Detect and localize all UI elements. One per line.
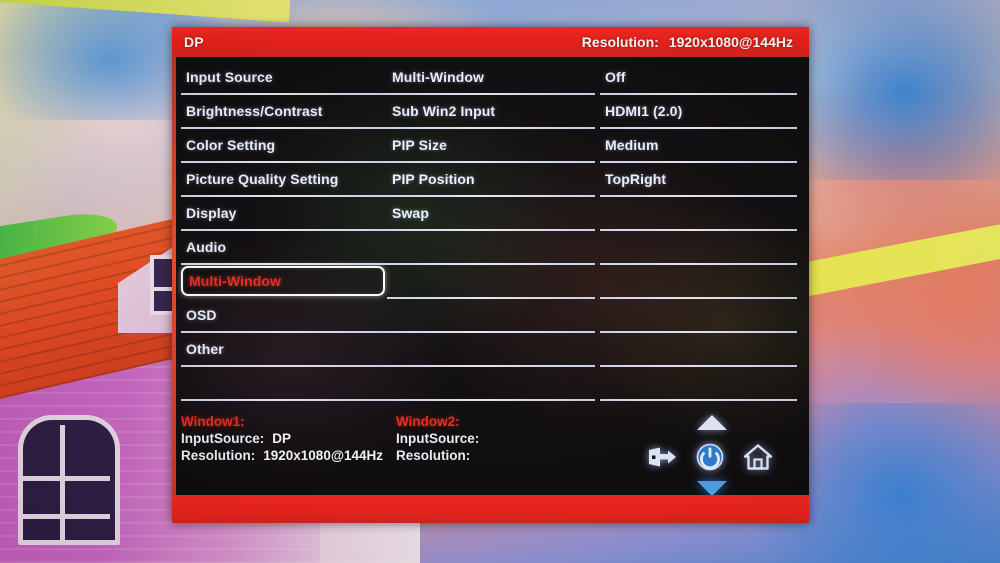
submenu-item-label: PIP Position [392, 171, 475, 187]
menu-item-label: Display [186, 205, 237, 221]
submenu-column: Multi-Window Sub Win2 Input PIP Size PIP… [387, 61, 595, 401]
window1-resolution-label: Resolution: [181, 448, 256, 463]
nav-up-button[interactable] [696, 412, 728, 432]
submenu-item-empty [387, 333, 595, 367]
value-column: Off HDMI1 (2.0) Medium TopRight [600, 61, 797, 401]
nav-home-button[interactable] [743, 444, 773, 470]
header-resolution-label: Resolution: [581, 34, 659, 50]
submenu-item-multi-window[interactable]: Multi-Window [387, 61, 595, 95]
submenu-item-label: Multi-Window [392, 69, 485, 85]
window2-resolution-label: Resolution: [396, 448, 471, 463]
main-menu-column: Input Source Brightness/Contrast Color S… [181, 61, 387, 401]
window1-input-source-label: InputSource: [181, 431, 265, 446]
menu-item-display[interactable]: Display [181, 197, 387, 231]
value-item-label: Medium [605, 137, 659, 153]
power-icon [696, 443, 724, 471]
value-item-empty [600, 231, 797, 265]
submenu-item-empty [387, 299, 595, 333]
home-icon [744, 444, 772, 470]
submenu-item-pip-size[interactable]: PIP Size [387, 129, 595, 163]
exit-icon [649, 447, 676, 467]
window2-title: Window2: [396, 414, 460, 429]
value-item-label: HDMI1 (2.0) [605, 103, 683, 119]
submenu-item-label: Sub Win2 Input [392, 103, 496, 119]
nav-power-button[interactable] [695, 443, 725, 471]
value-item-pip-size[interactable]: Medium [600, 129, 797, 163]
submenu-item-empty [387, 265, 595, 299]
osd-panel: DP Resolution: 1920x1080@144Hz Input Sou… [172, 27, 809, 523]
window2-input-source-label: InputSource: [396, 431, 480, 446]
menu-item-label: Brightness/Contrast [186, 103, 323, 119]
menu-item-label: Input Source [186, 69, 273, 85]
menu-item-color-setting[interactable]: Color Setting [181, 129, 387, 163]
submenu-item-empty [387, 367, 595, 401]
submenu-item-empty [387, 231, 595, 265]
osd-header-bar: DP Resolution: 1920x1080@144Hz [172, 27, 809, 57]
window2-input-source: InputSource: [396, 430, 611, 447]
up-triangle-icon [697, 414, 727, 430]
window1-input-source-value: DP [272, 431, 292, 446]
menu-item-label: OSD [186, 307, 217, 323]
menu-item-label: Picture Quality Setting [186, 171, 339, 187]
submenu-item-sub-win2-input[interactable]: Sub Win2 Input [387, 95, 595, 129]
window2-resolution: Resolution: [396, 447, 611, 464]
header-input-source: DP [184, 34, 204, 50]
osd-footer-bar [172, 495, 809, 523]
menu-item-picture-quality-setting[interactable]: Picture Quality Setting [181, 163, 387, 197]
menu-item-other[interactable]: Other [181, 333, 387, 367]
value-item-sub-win2-input[interactable]: HDMI1 (2.0) [600, 95, 797, 129]
value-item-label: Off [605, 69, 626, 85]
menu-item-multi-window[interactable]: Multi-Window [181, 265, 387, 299]
header-resolution-value: 1920x1080@144Hz [668, 34, 793, 50]
header-resolution: Resolution: 1920x1080@144Hz [582, 34, 793, 50]
down-triangle-icon [697, 480, 727, 496]
menu-item-brightness-contrast[interactable]: Brightness/Contrast [181, 95, 387, 129]
menu-item-input-source[interactable]: Input Source [181, 61, 387, 95]
submenu-item-label: Swap [392, 205, 429, 221]
window2-info: Window2: InputSource: Resolution: [396, 413, 611, 475]
value-item-empty [600, 299, 797, 333]
menu-item-empty [181, 367, 387, 401]
submenu-item-label: PIP Size [392, 137, 448, 153]
window1-resolution: Resolution: 1920x1080@144Hz [181, 447, 396, 464]
value-item-empty [600, 367, 797, 401]
osd-left-accent-strip [172, 57, 176, 497]
menu-item-label: Audio [186, 239, 227, 255]
window1-title: Window1: [181, 414, 245, 429]
window1-info: Window1: InputSource: DP Resolution: 192… [181, 413, 396, 475]
value-item-empty [600, 333, 797, 367]
value-item-pip-position[interactable]: TopRight [600, 163, 797, 197]
value-item-empty [600, 197, 797, 231]
menu-item-label: Color Setting [186, 137, 276, 153]
window1-resolution-value: 1920x1080@144Hz [263, 448, 384, 463]
submenu-item-swap[interactable]: Swap [387, 197, 595, 231]
menu-item-label: Other [186, 341, 224, 357]
value-item-multi-window[interactable]: Off [600, 61, 797, 95]
menu-item-osd[interactable]: OSD [181, 299, 387, 333]
submenu-item-pip-position[interactable]: PIP Position [387, 163, 595, 197]
value-item-label: TopRight [605, 171, 667, 187]
value-item-empty [600, 265, 797, 299]
osd-navigation-pad [642, 412, 782, 502]
window1-input-source: InputSource: DP [181, 430, 396, 447]
menu-item-audio[interactable]: Audio [181, 231, 387, 265]
menu-item-label: Multi-Window [189, 273, 282, 289]
nav-exit-button[interactable] [647, 445, 677, 469]
